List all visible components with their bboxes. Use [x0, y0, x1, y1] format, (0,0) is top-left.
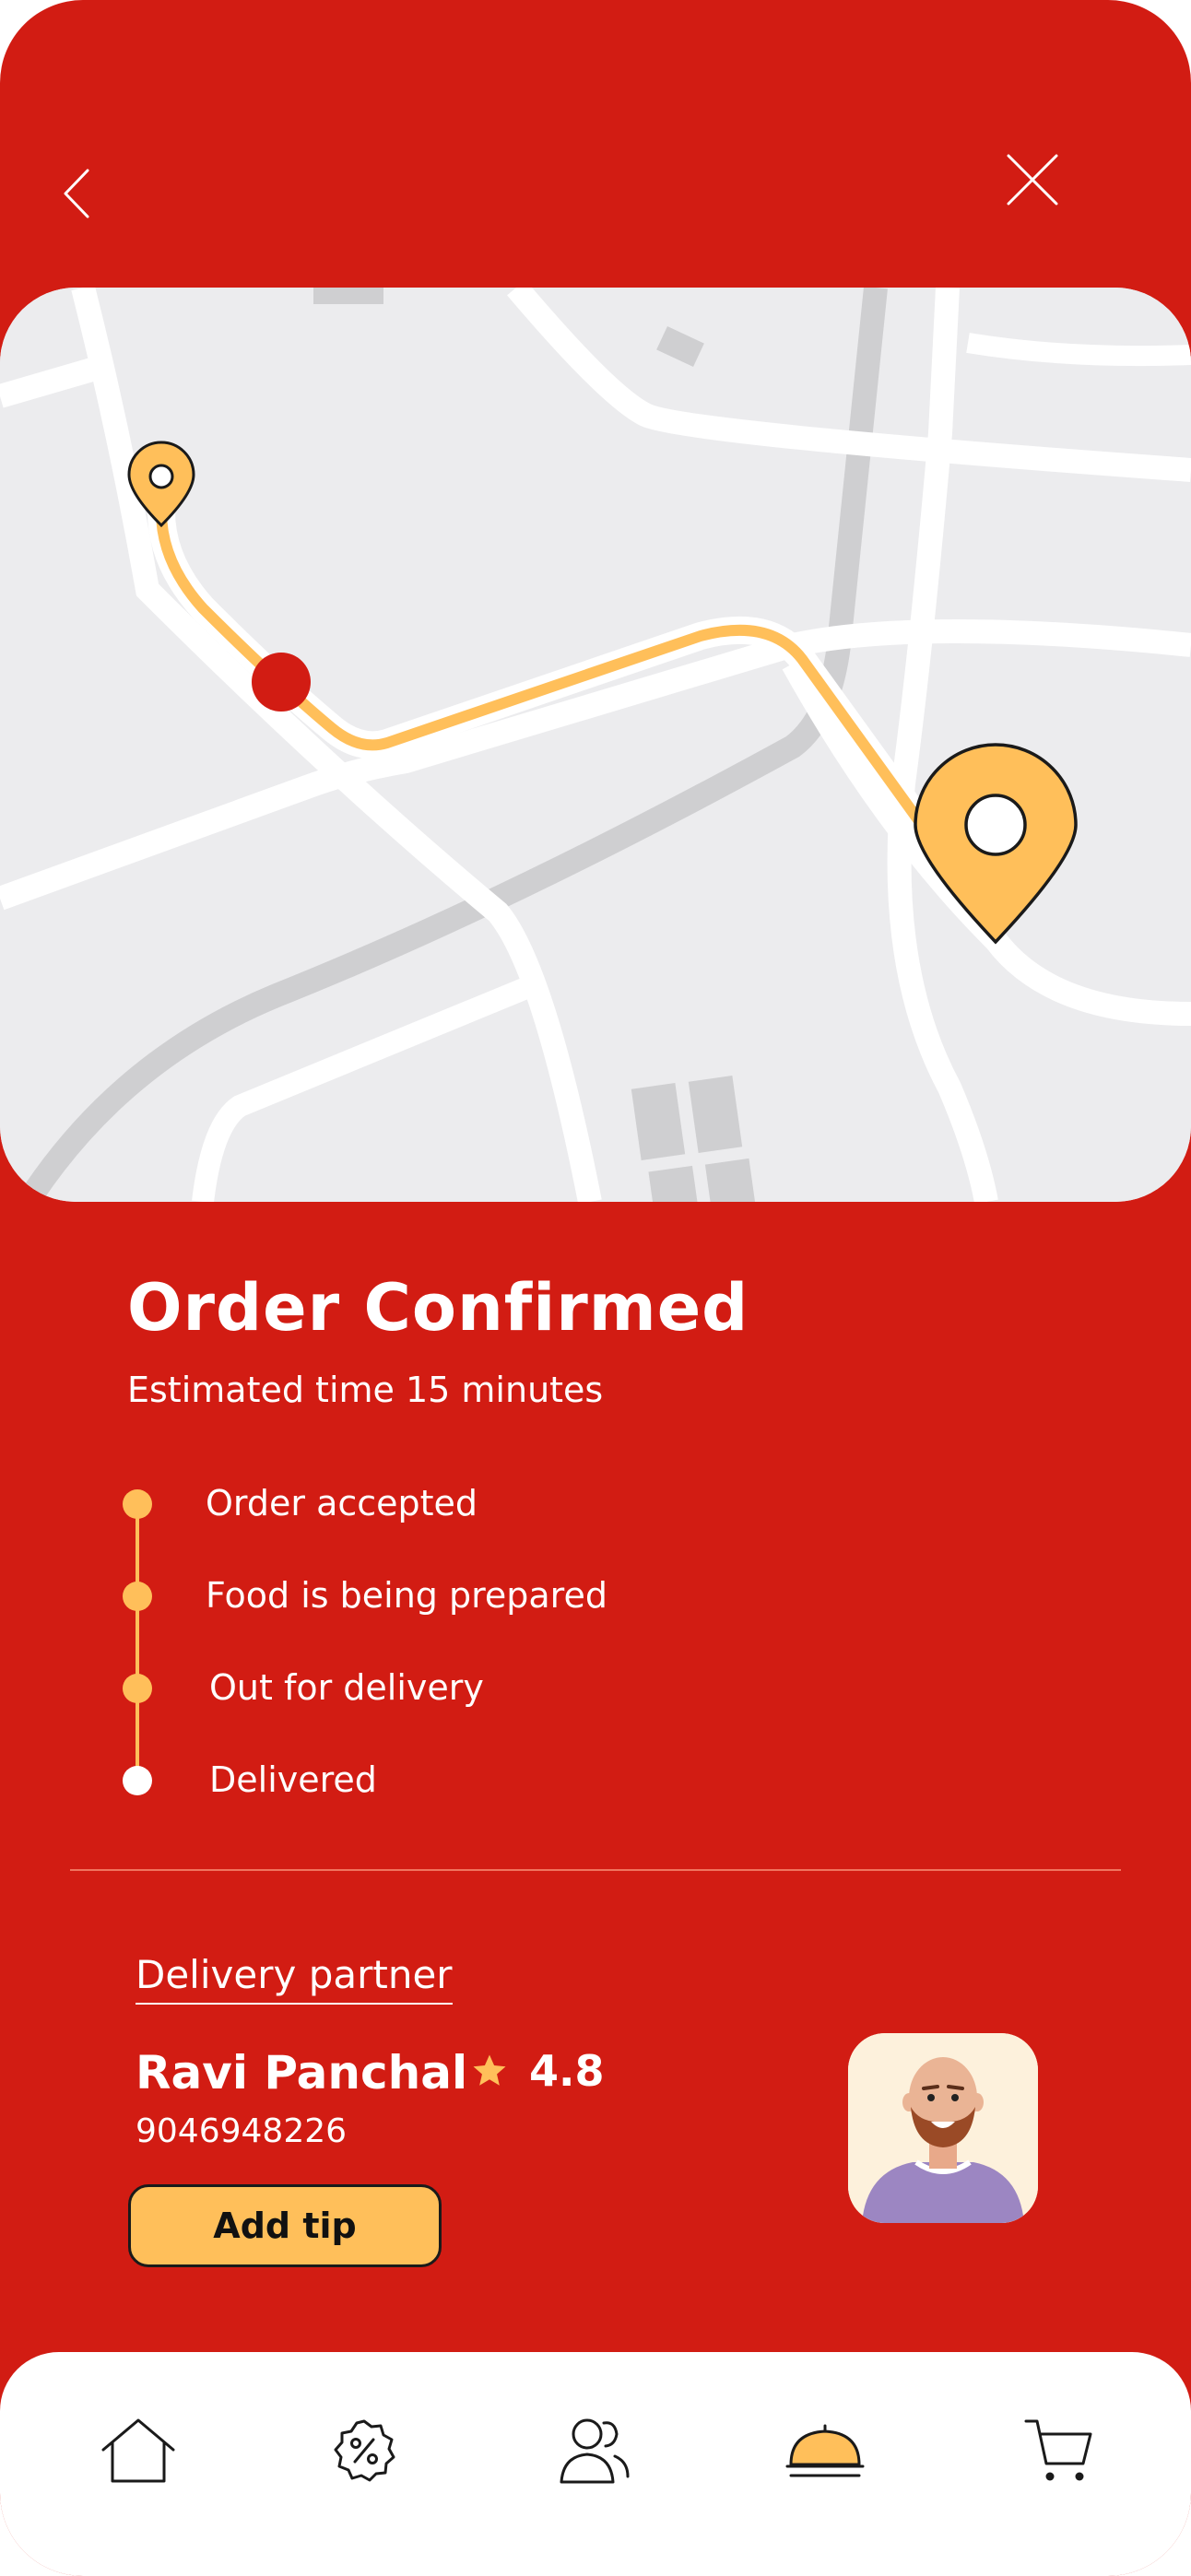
order-tracking-screen: Order Confirmed Estimated time 15 minute…: [0, 0, 1191, 2576]
nav-cart[interactable]: [1008, 2400, 1110, 2501]
close-icon: [1007, 154, 1058, 206]
star-icon: [473, 2054, 506, 2086]
nav-offers[interactable]: [313, 2400, 415, 2501]
status-step: Delivered: [0, 1753, 922, 1808]
step-done-dot: [123, 1582, 152, 1611]
estimated-time: Estimated time 15 minutes: [127, 1370, 604, 1410]
map-canvas: [0, 288, 1191, 1202]
step-done-dot: [123, 1489, 152, 1519]
partner-name: Ravi Panchal: [136, 2046, 468, 2100]
home-icon: [101, 2418, 175, 2483]
chevron-left-icon: [64, 169, 89, 218]
nav-home[interactable]: [88, 2400, 189, 2501]
order-status-title: Order Confirmed: [127, 1270, 749, 1346]
step-pending-dot: [123, 1766, 152, 1795]
partner-avatar: [848, 2033, 1038, 2223]
cart-icon: [1024, 2419, 1092, 2481]
status-step: Food is being prepared: [0, 1569, 922, 1624]
delivery-map[interactable]: [0, 288, 1191, 1202]
partner-phone[interactable]: 9046948226: [136, 2112, 347, 2150]
step-label: Delivered: [209, 1759, 377, 1800]
back-button[interactable]: [37, 152, 120, 235]
partner-rating: 4.8: [470, 2046, 605, 2096]
status-step: Out for delivery: [0, 1661, 922, 1716]
status-step: Order accepted: [0, 1476, 922, 1532]
courier-dot: [252, 653, 311, 712]
step-done-dot: [123, 1674, 152, 1703]
step-label: Food is being prepared: [206, 1575, 607, 1616]
cloche-icon: [785, 2424, 865, 2477]
users-icon: [560, 2418, 630, 2484]
section-divider: [70, 1869, 1121, 1871]
progress-timeline-line: [136, 1504, 139, 1782]
discount-icon: [334, 2419, 395, 2482]
add-tip-button[interactable]: Add tip: [128, 2184, 442, 2267]
close-button[interactable]: [991, 138, 1074, 221]
nav-community[interactable]: [544, 2400, 645, 2501]
delivery-partner-heading: Delivery partner: [136, 1952, 453, 2005]
nav-orders[interactable]: [774, 2400, 876, 2501]
step-label: Out for delivery: [209, 1667, 484, 1708]
rating-value: 4.8: [529, 2046, 605, 2096]
step-label: Order accepted: [206, 1483, 478, 1523]
bottom-nav: [0, 2352, 1191, 2576]
